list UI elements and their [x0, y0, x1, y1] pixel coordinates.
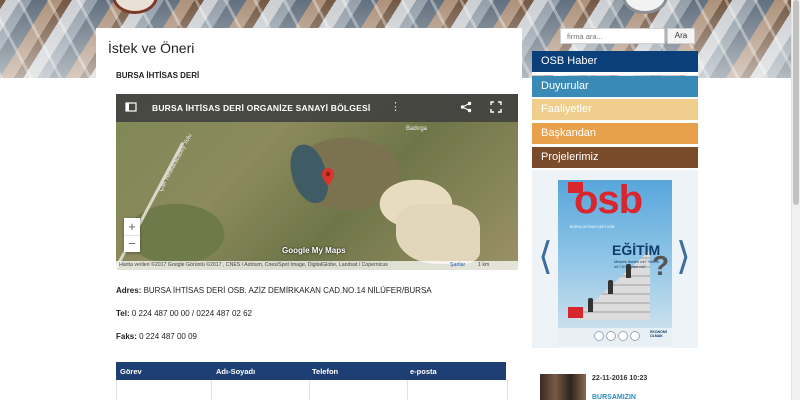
scrollbar-thumb[interactable] — [793, 0, 799, 205]
table-column-divider — [309, 380, 310, 400]
staff-table-body — [116, 380, 508, 400]
fullscreen-icon[interactable] — [490, 101, 502, 113]
table-column-divider — [211, 380, 212, 400]
embedded-map[interactable]: Badırga Çalı Yenikaracabey Yolu BURSA İH… — [116, 94, 518, 270]
map-quarry — [396, 204, 480, 264]
menu-separator — [532, 72, 698, 75]
turkish-flag-icon — [568, 307, 583, 318]
cover-person-figure — [588, 298, 593, 312]
map-pin-icon[interactable] — [322, 168, 334, 186]
map-attribution: Harita verileri ©2017 Google Görüntü ©20… — [119, 262, 388, 268]
carousel-prev-arrow-icon[interactable]: ⟨ — [538, 226, 553, 286]
zoom-out-button[interactable]: − — [124, 235, 140, 252]
table-header-cell: Görev — [120, 367, 142, 376]
news-thumbnail[interactable] — [540, 374, 586, 400]
map-menu-dots-icon[interactable]: ⋮ — [390, 100, 401, 113]
zoom-in-button[interactable]: + — [124, 218, 140, 236]
cover-person-figure — [608, 280, 613, 294]
map-road-label: Çalı Yenikaracabey Yolu — [158, 133, 194, 193]
google-my-maps-logo[interactable]: Google My Maps — [282, 246, 346, 255]
table-column-divider — [407, 380, 408, 400]
map-place-label: Badırga — [406, 126, 428, 132]
map-title-bar: BURSA İHTİSAS DERİ ORGANİZE SANAYİ BÖLGE… — [116, 94, 518, 122]
table-header-cell: Telefon — [312, 367, 339, 376]
page-title: İstek ve Öneri — [108, 40, 195, 56]
firm-search-input[interactable] — [560, 28, 665, 44]
map-title: BURSA İHTİSAS DERİ ORGANİZE SANAYİ BÖLGE… — [152, 103, 371, 113]
page-subtitle: BURSA İHTİSAS DERİ — [116, 71, 200, 80]
map-scale: 1 km — [478, 262, 490, 268]
menu-item-projelerimiz[interactable]: Projelerimiz — [532, 147, 698, 168]
magazine-tag: EKONOMİ OLMAK — [650, 330, 667, 338]
phone-line: Tel: 0 224 487 00 00 / 0224 487 02 62 — [116, 309, 252, 318]
magazine-logo: osb — [574, 180, 643, 222]
phone-value: 0 224 487 00 00 / 0224 487 02 62 — [129, 309, 252, 318]
staff-table-header: Görev Adı-Soyadı Telefon e-posta — [116, 362, 506, 380]
fax-label: Faks: — [116, 332, 137, 341]
menu-item-baskandan[interactable]: Başkandan — [532, 123, 698, 144]
table-header-cell: e-posta — [410, 367, 437, 376]
share-icon[interactable] — [460, 101, 472, 113]
address-line: Adres: BURSA İHTİSAS DERİ OSB. AZİZ DEMİ… — [116, 286, 432, 295]
cover-thumbnail-dot — [594, 331, 604, 341]
sidebar-toggle-icon[interactable] — [125, 101, 137, 113]
question-mark-icon: ? — [652, 250, 670, 281]
address-value: BURSA İHTİSAS DERİ OSB. AZİZ DEMİRKAKAN … — [141, 286, 432, 295]
menu-item-osb-haber[interactable]: OSB Haber — [532, 51, 698, 72]
magazine-cover[interactable]: osb BURSA İHTİSAS DERİ OSB EĞİTİM Meslek… — [558, 180, 672, 346]
cover-thumbnail-dot — [618, 331, 628, 341]
fax-line: Faks: 0 224 487 00 09 — [116, 332, 197, 341]
cover-thumbnail-dot — [606, 331, 616, 341]
menu-item-faaliyetler[interactable]: Faaliyetler — [532, 99, 698, 120]
map-attribution-bar: Harita verileri ©2017 Google Görüntü ©20… — [116, 261, 518, 270]
news-date: 22-11-2016 10:23 — [592, 375, 648, 382]
magazine-carousel: ⟨ osb BURSA İHTİSAS DERİ OSB EĞİTİM Mesl… — [532, 170, 698, 348]
map-terms-link[interactable]: Şartlar — [450, 262, 465, 268]
cover-thumbnail-dot — [630, 331, 640, 341]
table-header-cell: Adı-Soyadı — [216, 367, 256, 376]
map-zoom-control: + − — [124, 218, 140, 252]
main-content: İstek ve Öneri BURSA İHTİSAS DERİ Badırg… — [96, 28, 522, 400]
fax-value: 0 224 487 00 09 — [136, 332, 197, 341]
menu-item-duyurular[interactable]: Duyurular — [532, 76, 698, 97]
search-button[interactable]: Ara — [667, 28, 695, 44]
magazine-subline: BURSA İHTİSAS DERİ OSB — [570, 225, 615, 229]
carousel-next-arrow-icon[interactable]: ⟩ — [676, 226, 691, 286]
phone-label: Tel: — [116, 309, 130, 318]
address-label: Adres: — [116, 286, 142, 295]
page-scrollbar[interactable] — [791, 0, 800, 400]
